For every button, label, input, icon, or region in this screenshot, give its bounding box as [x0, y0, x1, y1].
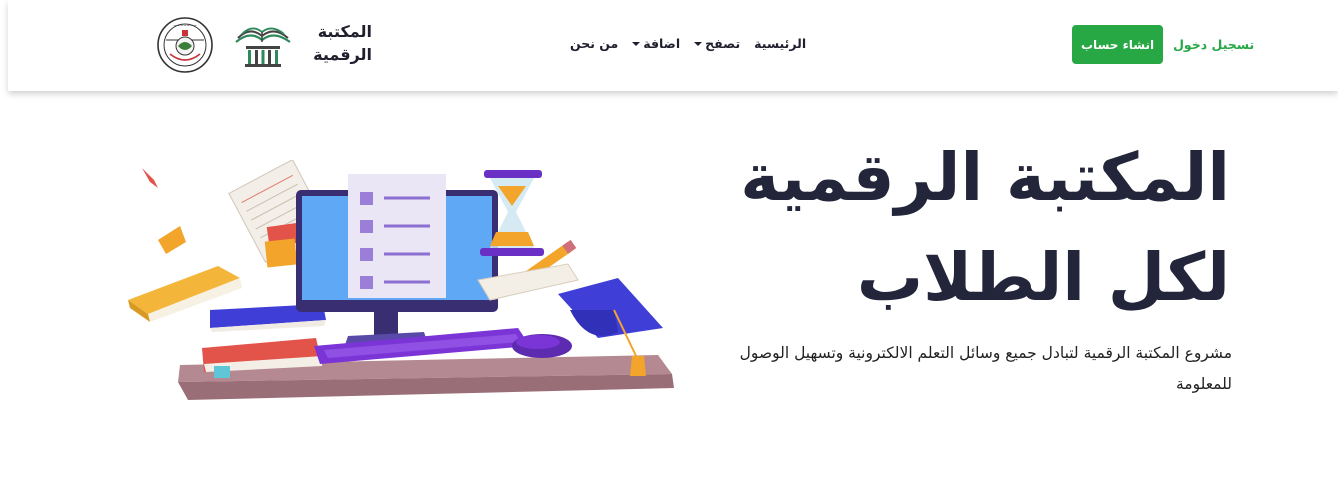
nav-item-home[interactable]: الرئيسية: [754, 36, 806, 51]
hero-title: المكتبة الرقمية لكل الطلاب: [740, 128, 1230, 328]
hero-title-line-2: لكل الطلاب: [856, 239, 1230, 316]
caret-down-icon: [632, 41, 641, 46]
brand-line-2: الرقمية: [313, 45, 372, 64]
nav-item-add[interactable]: اضافة: [632, 36, 680, 51]
svg-text:~~~~~~~: ~~~~~~~: [173, 23, 196, 28]
nav-item-about[interactable]: من نحن: [570, 36, 618, 51]
auth-group: انشاء حساب تسجيل دخول: [1072, 25, 1254, 64]
brand-line-1: المكتبة: [317, 22, 372, 41]
computer-books-graduation-illustration-icon: [128, 160, 674, 400]
brand-name[interactable]: المكتبة الرقمية: [302, 20, 372, 66]
university-seal-logo-icon[interactable]: ~~~~~~~: [156, 16, 214, 74]
top-navbar: انشاء حساب تسجيل دخول الرئيسية تصفح اضاف…: [8, 0, 1338, 91]
login-link[interactable]: تسجيل دخول: [1173, 37, 1254, 52]
open-book-columns-logo-icon[interactable]: [232, 20, 294, 70]
main-nav: الرئيسية تصفح اضافة من نحن: [570, 36, 806, 51]
caret-down-icon: [694, 41, 703, 46]
nav-item-add-label: اضافة: [643, 36, 681, 51]
nav-item-browse[interactable]: تصفح: [694, 36, 740, 51]
hero-title-line-1: المكتبة الرقمية: [740, 139, 1230, 216]
register-button[interactable]: انشاء حساب: [1072, 25, 1164, 64]
nav-item-home-label: الرئيسية: [754, 36, 807, 51]
hero-description: مشروع المكتبة الرقمية لتبادل جميع وسائل …: [739, 344, 1232, 393]
nav-item-browse-label: تصفح: [705, 36, 741, 51]
nav-item-about-label: من نحن: [570, 36, 619, 51]
